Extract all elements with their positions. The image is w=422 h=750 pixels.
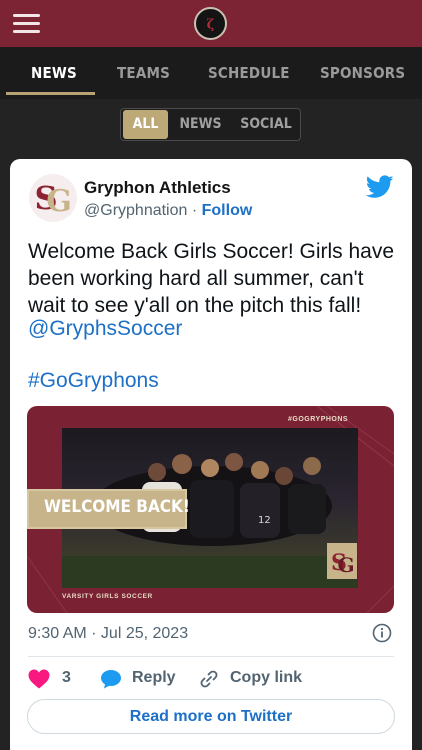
svg-text:ζ: ζ [207, 17, 215, 32]
like-count[interactable]: 3 [62, 669, 71, 687]
filter-all[interactable]: ALL [123, 110, 168, 139]
hamburger-menu-icon[interactable] [13, 14, 40, 34]
tweet-actions: 3 Reply Copy link [10, 667, 412, 691]
follow-link[interactable]: Follow [202, 202, 253, 219]
tab-schedule[interactable]: SCHEDULE [208, 64, 290, 82]
twitter-bird-icon[interactable] [366, 175, 394, 199]
tweet-media-image[interactable]: 12 #GOGRYPHONS WELCOME BACK! VARSITY GIR… [27, 406, 394, 613]
reply-button[interactable]: Reply [132, 669, 176, 687]
gryphon-logo-icon: S G [327, 543, 357, 579]
tweet-text: Welcome Back Girls Soccer! Girls have be… [28, 240, 395, 317]
mention-link[interactable]: @GryphsSoccer [28, 317, 182, 341]
heart-icon[interactable] [28, 669, 50, 689]
handle-separator: · [187, 202, 202, 219]
author-avatar[interactable]: S G [28, 173, 78, 223]
app-header: ζ [0, 0, 422, 47]
media-hashtag-label: #GOGRYPHONS [288, 416, 349, 423]
info-icon[interactable] [372, 623, 392, 643]
svg-text:G: G [46, 184, 72, 219]
tweet-card: S G Gryphon Athletics @Gryphnation · Fol… [10, 159, 412, 750]
filter-news[interactable]: NEWS [173, 110, 228, 139]
active-tab-indicator [6, 92, 95, 95]
svg-text:G: G [337, 553, 354, 577]
read-more-button[interactable]: Read more on Twitter [27, 699, 395, 734]
feed-filter-control: ALL NEWS SOCIAL [120, 108, 301, 141]
divider [28, 656, 394, 657]
main-tab-bar: NEWS TEAMS SCHEDULE SPONSORS [0, 47, 422, 99]
media-caption: VARSITY GIRLS SOCCER [62, 593, 153, 600]
author-handle-line: @Gryphnation · Follow [84, 202, 252, 220]
author-name[interactable]: Gryphon Athletics [84, 178, 231, 198]
reply-bubble-icon[interactable] [100, 669, 122, 689]
tab-sponsors[interactable]: SPONSORS [320, 64, 405, 82]
tab-news[interactable]: NEWS [31, 64, 77, 82]
tweet-timestamp[interactable]: 9:30 AM · Jul 25, 2023 [28, 625, 188, 643]
link-icon[interactable] [198, 669, 220, 689]
gryphon-logo-icon[interactable]: ζ [194, 7, 227, 40]
tab-teams[interactable]: TEAMS [117, 64, 170, 82]
hashtag-link[interactable]: #GoGryphons [28, 369, 159, 393]
author-handle[interactable]: @Gryphnation [84, 202, 187, 219]
copy-link-button[interactable]: Copy link [230, 669, 302, 687]
welcome-headline: WELCOME BACK! [44, 497, 190, 517]
filter-social[interactable]: SOCIAL [233, 110, 299, 139]
svg-text:12: 12 [258, 515, 271, 526]
